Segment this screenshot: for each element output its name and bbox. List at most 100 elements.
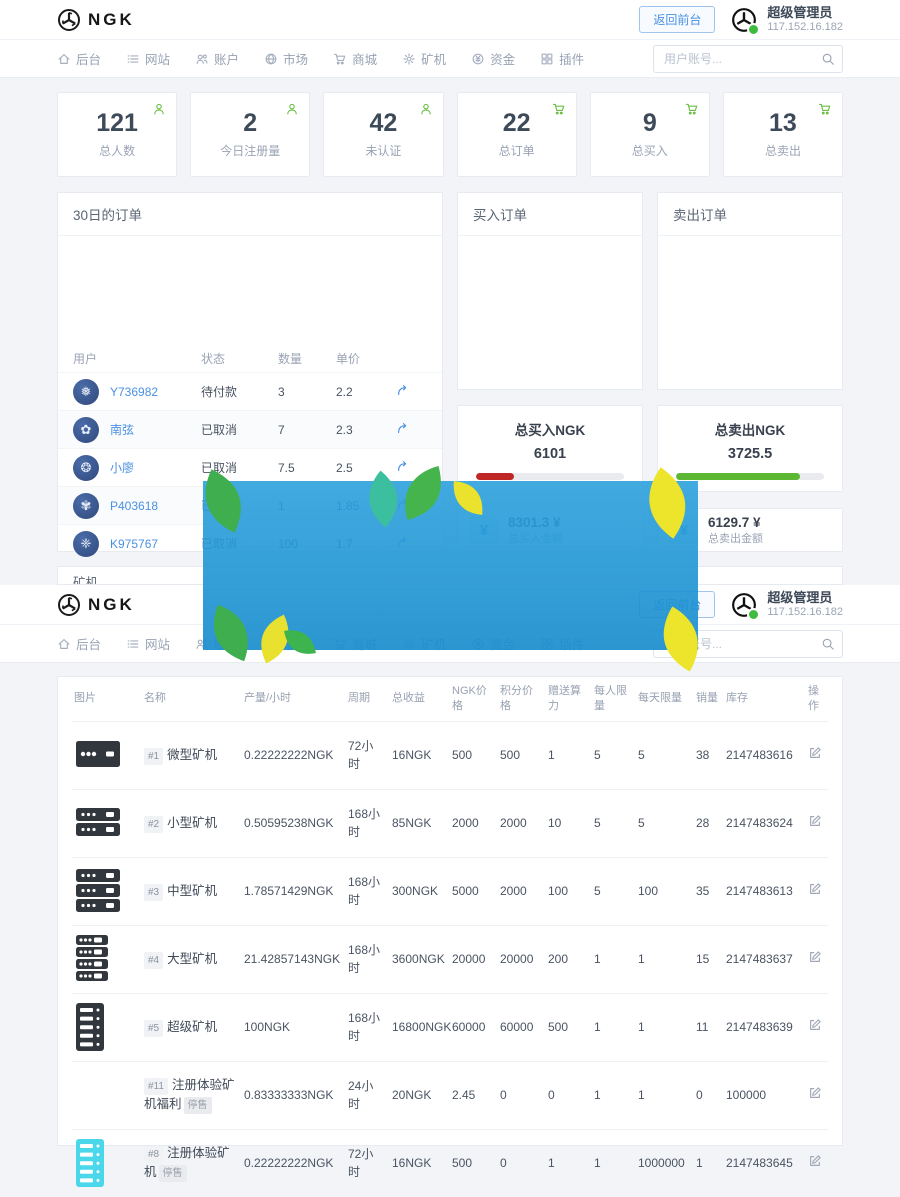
nav-item-cart[interactable]: 商城 bbox=[333, 49, 377, 68]
navbar-primary: 后台 网站 账户 市场 商城 矿机 资金 插件 bbox=[0, 40, 900, 78]
search-icon[interactable] bbox=[821, 637, 835, 651]
stat-card[interactable]: 13 总卖出 bbox=[723, 92, 843, 177]
nav-item-label: 后台 bbox=[76, 49, 101, 68]
leaf-icon bbox=[207, 609, 255, 657]
total-buy-card: 总买入NGK 6101 bbox=[457, 405, 643, 492]
edit-icon[interactable] bbox=[808, 1086, 822, 1100]
sell-amount-value: 6129.7 ¥ bbox=[708, 514, 763, 532]
promo-overlay[interactable] bbox=[203, 481, 698, 650]
nav-item-label: 插件 bbox=[559, 49, 584, 68]
edit-icon[interactable] bbox=[808, 950, 822, 964]
miner-stock: 2147483637 bbox=[724, 925, 806, 993]
nav-item-globe[interactable]: 市场 bbox=[264, 49, 308, 68]
miner-period: 168小时 bbox=[346, 993, 390, 1061]
order-qty: 3 bbox=[278, 385, 336, 399]
miners-col-header: 操作 bbox=[806, 677, 828, 721]
admin-account[interactable]: 超级管理员 117.152.16.182 bbox=[729, 5, 843, 35]
order-qty: 7 bbox=[278, 423, 336, 437]
sell-progress-track bbox=[676, 473, 824, 480]
order-user-link[interactable]: K975767 bbox=[110, 537, 158, 551]
miner-image bbox=[74, 1137, 136, 1189]
order-price: 2.2 bbox=[336, 385, 396, 399]
miners-col-header: 图片 bbox=[72, 677, 142, 721]
nav-item-home[interactable]: 后台 bbox=[57, 49, 101, 68]
leaf-icon bbox=[197, 475, 249, 527]
sell-orders-panel: 卖出订单 bbox=[657, 192, 843, 390]
admin-name: 超级管理员 bbox=[767, 5, 843, 21]
order-price: 2.5 bbox=[336, 461, 396, 475]
admin-avatar bbox=[729, 590, 759, 620]
admin-ip: 117.152.16.182 bbox=[767, 606, 843, 620]
search-input[interactable] bbox=[653, 45, 843, 73]
miner-power: 10 bbox=[546, 789, 592, 857]
person-icon bbox=[419, 102, 433, 116]
header-primary: NGK 返回前台 超级管理员 117.152.16.182 bbox=[0, 0, 900, 40]
leaf-icon bbox=[639, 475, 695, 531]
miners-col-header: 总收益 bbox=[390, 677, 450, 721]
total-sell-value: 3725.5 bbox=[658, 446, 842, 462]
miner-per-day-limit: 5 bbox=[636, 789, 694, 857]
miners-col-header: 产量/小时 bbox=[242, 677, 346, 721]
edit-icon[interactable] bbox=[808, 882, 822, 896]
total-buy-value: 6101 bbox=[458, 446, 642, 462]
orders-chart-area bbox=[58, 236, 442, 345]
stat-value: 121 bbox=[96, 110, 138, 138]
admin-account[interactable]: 超级管理员 117.152.16.182 bbox=[729, 590, 843, 620]
miners-col-header: 每天限量 bbox=[636, 677, 694, 721]
stats-row: 121 总人数 2 今日注册量 42 未认证 22 总订单 9 总买入 13 总… bbox=[57, 92, 843, 177]
person-icon bbox=[285, 102, 299, 116]
order-user-link[interactable]: 小廖 bbox=[110, 459, 134, 476]
order-user-link[interactable]: 南弦 bbox=[110, 421, 134, 438]
user-avatar: ✾ bbox=[73, 493, 99, 519]
order-qty: 7.5 bbox=[278, 461, 336, 475]
stat-value: 22 bbox=[503, 110, 531, 138]
miner-power: 0 bbox=[546, 1061, 592, 1129]
stat-card[interactable]: 2 今日注册量 bbox=[190, 92, 310, 177]
nav-item-home[interactable]: 后台 bbox=[57, 634, 101, 653]
miner-period: 72小时 bbox=[346, 721, 390, 789]
miners-col-header: 周期 bbox=[346, 677, 390, 721]
miner-id-badge: #11 bbox=[144, 1078, 168, 1095]
stat-card[interactable]: 121 总人数 bbox=[57, 92, 177, 177]
miner-sales: 38 bbox=[694, 721, 724, 789]
share-arrow-icon[interactable] bbox=[396, 421, 410, 435]
miner-points-price: 0 bbox=[498, 1129, 546, 1197]
miner-per-day-limit: 1 bbox=[636, 1061, 694, 1129]
miner-power: 1 bbox=[546, 1129, 592, 1197]
nav-items: 后台 网站 账户 市场 商城 矿机 资金 插件 bbox=[57, 49, 584, 68]
miner-status-badge: 停售 bbox=[159, 1165, 187, 1182]
back-to-front-button[interactable]: 返回前台 bbox=[639, 6, 715, 33]
miner-ngk-price: 2.45 bbox=[450, 1061, 498, 1129]
nav-item-gear[interactable]: 矿机 bbox=[402, 49, 446, 68]
edit-icon[interactable] bbox=[808, 1154, 822, 1168]
miner-power: 1 bbox=[546, 721, 592, 789]
edit-icon[interactable] bbox=[808, 814, 822, 828]
nav-item-grid[interactable]: 插件 bbox=[540, 49, 584, 68]
miner-output: 0.22222222NGK bbox=[242, 1129, 346, 1197]
nav-item-users[interactable]: 账户 bbox=[195, 49, 239, 68]
edit-icon[interactable] bbox=[808, 746, 822, 760]
miner-sales: 28 bbox=[694, 789, 724, 857]
miner-name: 中型矿机 bbox=[167, 884, 217, 898]
leaf-icon bbox=[285, 627, 315, 657]
nav-item-coin[interactable]: 资金 bbox=[471, 49, 515, 68]
stat-card[interactable]: 22 总订单 bbox=[457, 92, 577, 177]
miner-power: 100 bbox=[546, 857, 592, 925]
stat-card[interactable]: 42 未认证 bbox=[323, 92, 443, 177]
stat-card[interactable]: 9 总买入 bbox=[590, 92, 710, 177]
miner-name: 微型矿机 bbox=[167, 748, 217, 762]
grid-icon bbox=[540, 52, 554, 66]
miner-stock: 2147483613 bbox=[724, 857, 806, 925]
search-box bbox=[653, 45, 843, 73]
order-user-link[interactable]: Y736982 bbox=[110, 385, 158, 399]
edit-icon[interactable] bbox=[808, 1018, 822, 1032]
nav-item-list[interactable]: 网站 bbox=[126, 49, 170, 68]
nav-item-list[interactable]: 网站 bbox=[126, 634, 170, 653]
share-arrow-icon[interactable] bbox=[396, 383, 410, 397]
order-user-link[interactable]: P403618 bbox=[110, 499, 158, 513]
miner-per-user-limit: 5 bbox=[592, 789, 636, 857]
miner-row: #1微型矿机 0.22222222NGK 72小时 16NGK 500 500 … bbox=[72, 721, 828, 789]
miner-image bbox=[74, 1001, 136, 1053]
search-icon[interactable] bbox=[821, 52, 835, 66]
leaf-icon bbox=[451, 481, 485, 515]
